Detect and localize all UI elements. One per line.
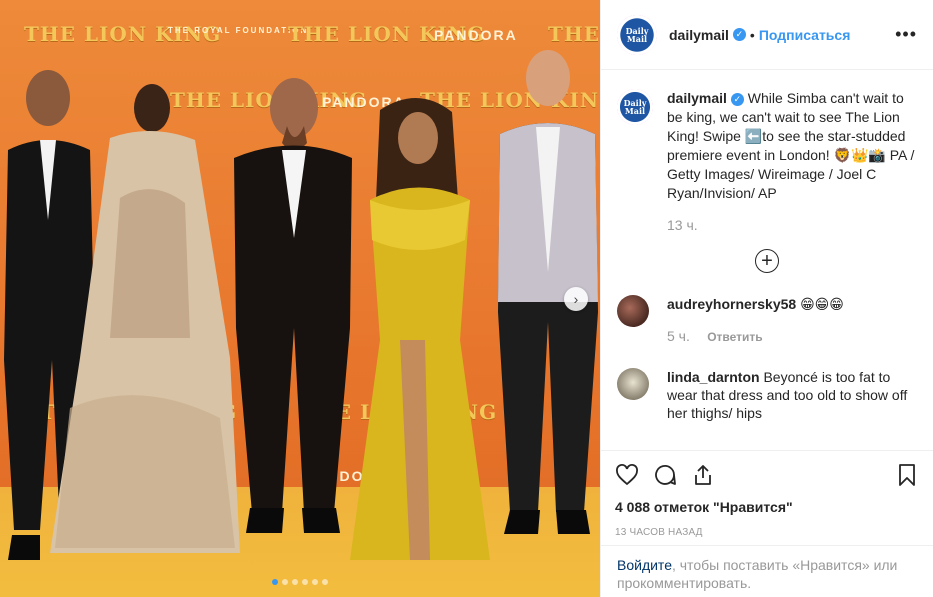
post-header: Daily Mail dailymail ✓ • Подписаться ••• — [601, 0, 933, 70]
avatar-logo-text: Daily Mail — [623, 98, 647, 116]
verified-badge-icon: ✓ — [730, 93, 744, 106]
comments-list[interactable]: Daily Mail dailymail ✓ While Simba can't … — [601, 71, 933, 450]
carousel-dot — [322, 579, 328, 585]
carousel-dot — [292, 579, 298, 585]
avatar-logo-text: Daily Mail — [625, 25, 649, 44]
action-icons-row — [615, 461, 919, 489]
caption-username-link[interactable]: dailymail — [667, 90, 727, 106]
commenter-avatar[interactable] — [617, 368, 649, 400]
comment-bubble-icon[interactable] — [653, 463, 677, 487]
login-link[interactable]: Войдите — [617, 557, 672, 573]
carousel-dot — [302, 579, 308, 585]
post-caption: Daily Mail dailymail ✓ While Simba can't … — [617, 89, 917, 203]
share-icon[interactable] — [691, 463, 715, 487]
carousel-indicator — [0, 579, 600, 585]
comment-meta: 5 ч. Ответить — [667, 327, 844, 346]
likes-count[interactable]: 4 088 отметок "Нравится" — [615, 499, 919, 515]
header-separator: • — [749, 26, 755, 43]
comment-timestamp[interactable]: 5 ч. — [667, 328, 690, 344]
login-prompt: Войдите, чтобы поставить «Нравится» или … — [601, 545, 933, 597]
comment-item: linda_darnton Beyoncé is too fat to wear… — [617, 368, 917, 422]
dailymail-avatar[interactable]: Daily Mail — [617, 14, 657, 55]
comment-body: linda_darnton Beyoncé is too fat to wear… — [667, 368, 917, 422]
comment-body: audreyhornersky58 😁😁😁 5 ч. Ответить — [667, 295, 844, 346]
bookmark-icon[interactable] — [895, 463, 919, 487]
backdrop-logo: PANDORA — [434, 27, 518, 43]
comment-username-link[interactable]: linda_darnton — [667, 369, 760, 385]
post-actions: 4 088 отметок "Нравится" 13 часов назад — [601, 450, 933, 538]
caption-avatar[interactable]: Daily Mail — [617, 89, 653, 125]
post-side-panel: Daily Mail dailymail ✓ • Подписаться •••… — [600, 0, 933, 597]
person-2-silhouette — [50, 84, 240, 553]
carousel-dot — [282, 579, 288, 585]
like-heart-icon[interactable] — [615, 463, 639, 487]
header-username-link[interactable]: dailymail — [669, 27, 729, 43]
post-photo[interactable]: THE LION KING THE ROYAL FOUNDATION THE L… — [0, 0, 600, 597]
comment-item: audreyhornersky58 😁😁😁 5 ч. Ответить — [617, 295, 917, 346]
carousel-dot-active — [272, 579, 278, 585]
commenter-avatar[interactable] — [617, 295, 649, 327]
more-options-icon[interactable]: ••• — [895, 24, 917, 45]
verified-badge-icon: ✓ — [732, 28, 746, 41]
comment-text: 😁😁😁 — [796, 296, 844, 312]
follow-button[interactable]: Подписаться — [759, 27, 851, 43]
comment-username-link[interactable]: audreyhornersky58 — [667, 296, 796, 312]
reply-button[interactable]: Ответить — [707, 330, 762, 344]
instagram-post-view: THE LION KING THE ROYAL FOUNDATION THE L… — [0, 0, 933, 597]
caption-body: dailymail ✓ While Simba can't wait to be … — [667, 89, 917, 203]
load-more-comments-button[interactable]: + — [755, 249, 779, 273]
post-age[interactable]: 13 часов назад — [615, 527, 919, 538]
caption-timestamp[interactable]: 13 ч. — [667, 217, 917, 233]
caption-text: While Simba can't wait to be king, we ca… — [667, 90, 915, 201]
carousel-dot — [312, 579, 318, 585]
carousel-next-button[interactable]: › — [564, 287, 588, 311]
person-4-silhouette — [350, 97, 490, 560]
